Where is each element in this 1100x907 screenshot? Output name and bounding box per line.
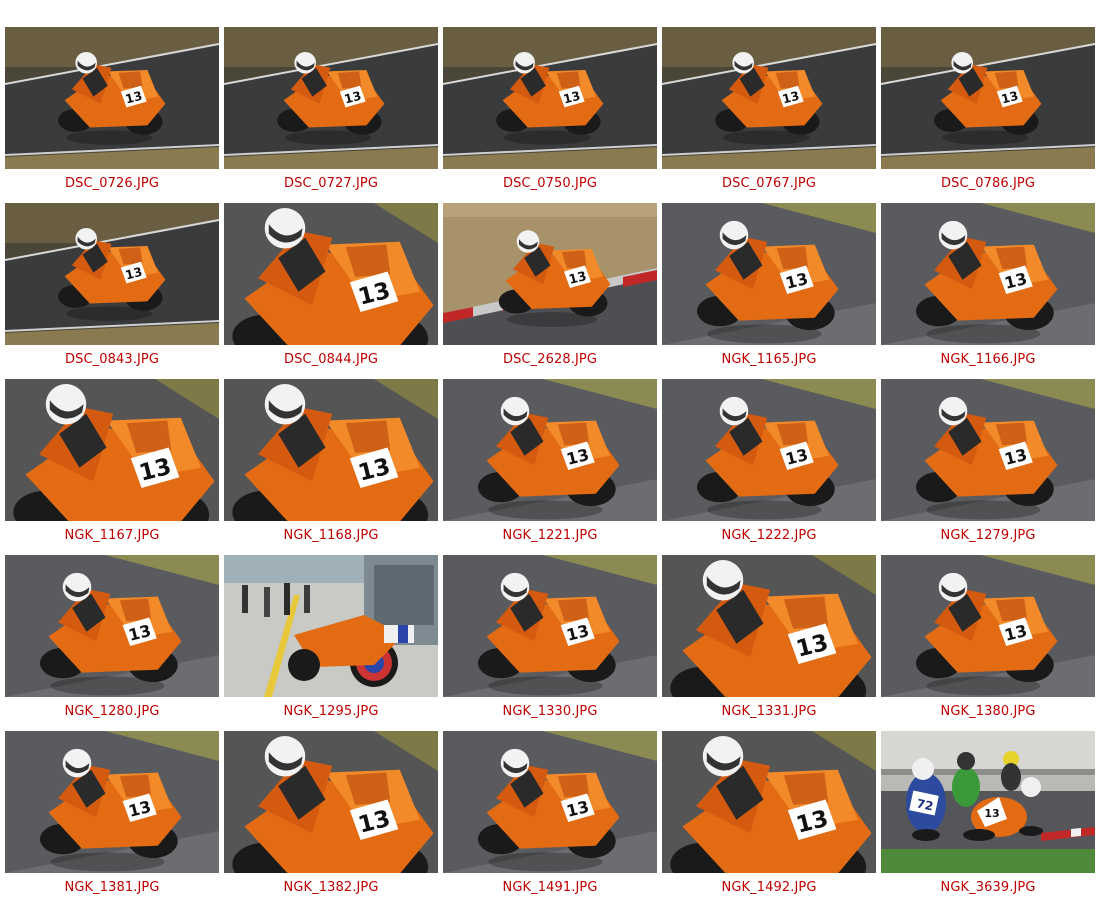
thumbnail-image[interactable]: 13 (5, 27, 219, 169)
thumbnail-image[interactable]: 13 (224, 379, 438, 521)
thumbnail-filename-link[interactable]: NGK_1279.JPG (881, 528, 1095, 543)
thumbnail-filename-link[interactable]: NGK_1492.JPG (662, 880, 876, 895)
thumbnail-item[interactable]: 13 NGK_1167.JPG (5, 379, 219, 555)
thumbnail-item[interactable]: 72 13 NGK_3639.JPG (881, 731, 1095, 907)
thumbnail-item[interactable]: 13 NGK_1381.JPG (5, 731, 219, 907)
gallery-row: 13 NGK_1280.JPG NGK_1295.JPG 13 NGK_1330… (5, 555, 1097, 731)
thumbnail-image[interactable]: 13 (662, 27, 876, 169)
thumbnail-image[interactable]: 72 13 (881, 731, 1095, 873)
thumbnail-item[interactable]: 13 DSC_0786.JPG (881, 27, 1095, 203)
thumbnail-item[interactable]: 13 NGK_1166.JPG (881, 203, 1095, 379)
gallery-row: 13 DSC_0726.JPG 13 DSC_0727.JPG 13 DSC_0… (5, 27, 1097, 203)
thumbnail-gallery: 13 DSC_0726.JPG 13 DSC_0727.JPG 13 DSC_0… (5, 27, 1097, 907)
thumbnail-item[interactable]: NGK_1295.JPG (224, 555, 438, 731)
thumbnail-image[interactable]: 13 (224, 27, 438, 169)
thumbnail-image[interactable]: 13 (5, 731, 219, 873)
thumbnail-filename-link[interactable]: NGK_1165.JPG (662, 352, 876, 367)
thumbnail-image[interactable]: 13 (224, 731, 438, 873)
thumbnail-item[interactable]: 13 NGK_1222.JPG (662, 379, 876, 555)
gallery-row: 13 DSC_0843.JPG 13 DSC_0844.JPG 13 DSC_2… (5, 203, 1097, 379)
thumbnail-image[interactable]: 13 (443, 379, 657, 521)
thumbnail-image[interactable]: 13 (662, 379, 876, 521)
thumbnail-image[interactable]: 13 (5, 555, 219, 697)
thumbnail-image[interactable]: 13 (881, 555, 1095, 697)
thumbnail-item[interactable]: 13 NGK_1491.JPG (443, 731, 657, 907)
thumbnail-item[interactable]: 13 DSC_0726.JPG (5, 27, 219, 203)
thumbnail-item[interactable]: 13 DSC_0750.JPG (443, 27, 657, 203)
thumbnail-item[interactable]: 13 NGK_1165.JPG (662, 203, 876, 379)
thumbnail-filename-link[interactable]: NGK_1168.JPG (224, 528, 438, 543)
thumbnail-image[interactable]: 13 (5, 203, 219, 345)
thumbnail-filename-link[interactable]: NGK_1222.JPG (662, 528, 876, 543)
thumbnail-filename-link[interactable]: NGK_3639.JPG (881, 880, 1095, 895)
thumbnail-image[interactable] (224, 555, 438, 697)
thumbnail-item[interactable]: 13 NGK_1280.JPG (5, 555, 219, 731)
thumbnail-item[interactable]: 13 NGK_1279.JPG (881, 379, 1095, 555)
thumbnail-filename-link[interactable]: NGK_1330.JPG (443, 704, 657, 719)
thumbnail-item[interactable]: 13 NGK_1168.JPG (224, 379, 438, 555)
thumbnail-image[interactable]: 13 (443, 203, 657, 345)
thumbnail-item[interactable]: 13 NGK_1330.JPG (443, 555, 657, 731)
thumbnail-filename-link[interactable]: NGK_1280.JPG (5, 704, 219, 719)
thumbnail-image[interactable]: 13 (443, 27, 657, 169)
thumbnail-filename-link[interactable]: NGK_1221.JPG (443, 528, 657, 543)
thumbnail-image[interactable]: 13 (5, 379, 219, 521)
thumbnail-filename-link[interactable]: NGK_1295.JPG (224, 704, 438, 719)
thumbnail-item[interactable]: 13 NGK_1492.JPG (662, 731, 876, 907)
thumbnail-item[interactable]: 13 DSC_0843.JPG (5, 203, 219, 379)
thumbnail-image[interactable]: 13 (443, 555, 657, 697)
thumbnail-image[interactable]: 13 (224, 203, 438, 345)
svg-text:13: 13 (984, 807, 999, 820)
thumbnail-filename-link[interactable]: DSC_0843.JPG (5, 352, 219, 367)
thumbnail-filename-link[interactable]: NGK_1331.JPG (662, 704, 876, 719)
thumbnail-image[interactable]: 13 (662, 555, 876, 697)
thumbnail-filename-link[interactable]: DSC_0767.JPG (662, 176, 876, 191)
thumbnail-filename-link[interactable]: NGK_1491.JPG (443, 880, 657, 895)
thumbnail-item[interactable]: 13 NGK_1382.JPG (224, 731, 438, 907)
thumbnail-filename-link[interactable]: DSC_0750.JPG (443, 176, 657, 191)
thumbnail-image[interactable]: 13 (881, 203, 1095, 345)
thumbnail-item[interactable]: 13 NGK_1221.JPG (443, 379, 657, 555)
thumbnail-item[interactable]: 13 NGK_1331.JPG (662, 555, 876, 731)
thumbnail-filename-link[interactable]: DSC_0726.JPG (5, 176, 219, 191)
thumbnail-filename-link[interactable]: NGK_1380.JPG (881, 704, 1095, 719)
thumbnail-item[interactable]: 13 DSC_0767.JPG (662, 27, 876, 203)
gallery-row: 13 NGK_1381.JPG 13 NGK_1382.JPG 13 NGK_1… (5, 731, 1097, 907)
thumbnail-filename-link[interactable]: NGK_1382.JPG (224, 880, 438, 895)
thumbnail-image[interactable]: 13 (881, 27, 1095, 169)
thumbnail-filename-link[interactable]: DSC_0844.JPG (224, 352, 438, 367)
thumbnail-filename-link[interactable]: DSC_2628.JPG (443, 352, 657, 367)
thumbnail-filename-link[interactable]: NGK_1381.JPG (5, 880, 219, 895)
thumbnail-filename-link[interactable]: DSC_0727.JPG (224, 176, 438, 191)
thumbnail-item[interactable]: 13 DSC_0844.JPG (224, 203, 438, 379)
thumbnail-image[interactable]: 13 (443, 731, 657, 873)
thumbnail-image[interactable]: 13 (662, 203, 876, 345)
thumbnail-item[interactable]: 13 NGK_1380.JPG (881, 555, 1095, 731)
thumbnail-image[interactable]: 13 (881, 379, 1095, 521)
thumbnail-filename-link[interactable]: NGK_1167.JPG (5, 528, 219, 543)
thumbnail-image[interactable]: 13 (662, 731, 876, 873)
thumbnail-filename-link[interactable]: NGK_1166.JPG (881, 352, 1095, 367)
thumbnail-item[interactable]: 13 DSC_0727.JPG (224, 27, 438, 203)
thumbnail-filename-link[interactable]: DSC_0786.JPG (881, 176, 1095, 191)
thumbnail-item[interactable]: 13 DSC_2628.JPG (443, 203, 657, 379)
gallery-row: 13 NGK_1167.JPG 13 NGK_1168.JPG 13 NGK_1… (5, 379, 1097, 555)
